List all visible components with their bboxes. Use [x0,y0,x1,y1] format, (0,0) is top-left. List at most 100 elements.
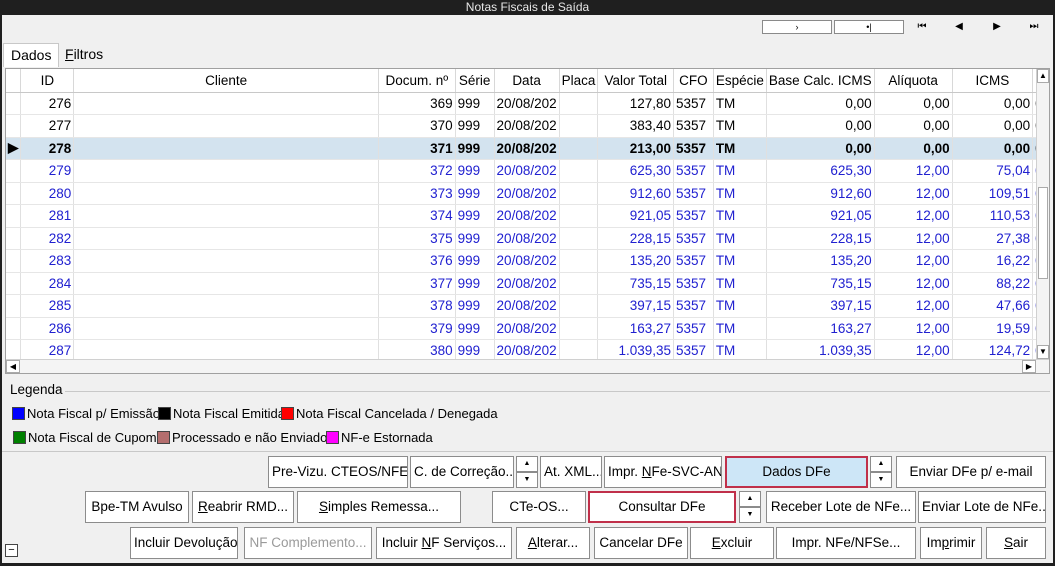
cell-docum[interactable]: 369 [378,92,456,115]
cell-docum[interactable]: 372 [378,159,456,183]
cell-especie[interactable]: TM [713,317,767,340]
cell-aliquota[interactable]: 12,00 [874,159,953,183]
receber-lote-nfe-button[interactable]: Receber Lote de NFe... [766,491,916,523]
cell-data[interactable]: 20/08/202 [494,227,560,250]
cell-valor-total[interactable]: 735,15 [597,272,675,295]
cancelar-dfe-button[interactable]: Cancelar DFe [594,527,688,559]
cell-serie[interactable]: 999 [455,114,495,138]
cell-docum[interactable]: 373 [378,182,456,205]
cell-cliente[interactable] [73,227,380,250]
cell-cliente[interactable] [73,272,380,295]
tab-dados[interactable]: Dados [3,43,60,67]
cell-icms[interactable]: 75,04 [952,159,1034,183]
cell-cfo[interactable]: 5357 [673,159,714,183]
cell-especie[interactable]: TM [713,114,767,138]
column-header-docum[interactable]: Docum. nº [378,69,456,93]
cell-id[interactable]: 277 [20,114,75,138]
cell-placa[interactable] [559,317,599,340]
spin-down-icon[interactable]: ▼ [516,472,538,488]
cell-placa[interactable] [559,159,599,183]
table-row[interactable]: 279 372 999 20/08/202 625,30 5357 TM 625,30 12,0… [6,159,1049,183]
spin-down-icon[interactable]: ▼ [739,507,761,523]
cell-base-calc-icms[interactable]: 912,60 [766,182,875,205]
cell-cliente[interactable] [73,159,380,183]
column-header-placa[interactable]: Placa [559,69,599,93]
cell-especie[interactable]: TM [713,92,767,115]
cell-cfo[interactable]: 5357 [673,227,714,250]
cell-docum[interactable]: 375 [378,227,456,250]
cell-cfo[interactable]: 5357 [673,137,714,160]
simples-remessa-button[interactable]: Simples Remessa... [297,491,461,523]
table-row[interactable]: 276 369 999 20/08/202 127,80 5357 TM 0,00 0,00 0,… [6,92,1049,115]
table-row[interactable]: 282 375 999 20/08/202 228,15 5357 TM 228,15 12,0… [6,227,1049,250]
column-header-cfo[interactable]: CFO [673,69,714,93]
cell-serie[interactable]: 999 [455,294,495,318]
column-header-cliente[interactable]: Cliente [73,69,380,93]
cell-aliquota[interactable]: 12,00 [874,294,953,318]
imprimir-button[interactable]: Imprimir [920,527,982,559]
dados-dfe-spinner[interactable]: ▲ ▼ [870,456,892,488]
cell-aliquota[interactable]: 12,00 [874,204,953,228]
cell-cfo[interactable]: 5357 [673,182,714,205]
cell-aliquota[interactable]: 12,00 [874,249,953,273]
scroll-down-icon[interactable]: ▼ [1037,345,1049,359]
collapse-panel-icon[interactable]: − [5,544,18,557]
cell-docum[interactable]: 370 [378,114,456,138]
cell-base-calc-icms[interactable]: 0,00 [766,137,875,160]
cell-data[interactable]: 20/08/202 [494,249,560,273]
cell-data[interactable]: 20/08/202 [494,272,560,295]
column-header-data[interactable]: Data [494,69,560,93]
cell-especie[interactable]: TM [713,159,767,183]
cell-cfo[interactable]: 5357 [673,272,714,295]
cell-especie[interactable]: TM [713,272,767,295]
cell-data[interactable]: 20/08/202 [494,114,560,138]
cell-base-calc-icms[interactable]: 397,15 [766,294,875,318]
cell-base-calc-icms[interactable]: 228,15 [766,227,875,250]
vertical-scrollbar[interactable]: ▲ ▼ [1036,69,1049,359]
cell-data[interactable]: 20/08/202 [494,294,560,318]
cell-base-calc-icms[interactable]: 735,15 [766,272,875,295]
column-header-especie[interactable]: Espécie [713,69,767,93]
enviar-lote-nfe-button[interactable]: Enviar Lote de NFe... [918,491,1046,523]
spin-up-icon[interactable]: ▲ [516,456,538,472]
cell-base-calc-icms[interactable]: 135,20 [766,249,875,273]
cell-cliente[interactable] [73,204,380,228]
cell-docum[interactable]: 378 [378,294,456,318]
spin-up-icon[interactable]: ▲ [739,491,761,507]
impr-nfe-nfse-button[interactable]: Impr. NFe/NFSe... [776,527,916,559]
cell-aliquota[interactable]: 0,00 [874,114,953,138]
cell-valor-total[interactable]: 135,20 [597,249,675,273]
cell-base-calc-icms[interactable]: 0,00 [766,114,875,138]
cell-placa[interactable] [559,204,599,228]
cell-valor-total[interactable]: 625,30 [597,159,675,183]
cell-valor-total[interactable]: 912,60 [597,182,675,205]
cell-id[interactable]: 282 [20,227,75,250]
dados-dfe-button[interactable]: Dados DFe [725,456,868,488]
cell-cfo[interactable]: 5357 [673,92,714,115]
cell-icms[interactable]: 27,38 [952,227,1034,250]
cell-id[interactable]: 279 [20,159,75,183]
cell-id[interactable]: 276 [20,92,75,115]
cell-valor-total[interactable]: 383,40 [597,114,675,138]
cell-placa[interactable] [559,137,599,160]
incluir-nf-servicos-button[interactable]: Incluir NF Serviços... [376,527,512,559]
cell-cfo[interactable]: 5357 [673,114,714,138]
incluir-devolucao-button[interactable]: Incluir Devolução [130,527,238,559]
pre-vizu-cteos-nfe-button[interactable]: Pre-Vizu. CTEOS/NFE [268,456,408,488]
cell-especie[interactable]: TM [713,227,767,250]
cell-placa[interactable] [559,249,599,273]
excluir-button[interactable]: Excluir [690,527,774,559]
cell-data[interactable]: 20/08/202 [494,317,560,340]
cell-data[interactable]: 20/08/202 [494,182,560,205]
scroll-up-icon[interactable]: ▲ [1037,69,1049,83]
cell-placa[interactable] [559,227,599,250]
cell-aliquota[interactable]: 12,00 [874,182,953,205]
cell-icms[interactable]: 0,00 [952,92,1034,115]
cell-id[interactable]: 283 [20,249,75,273]
bpe-tm-avulso-button[interactable]: Bpe-TM Avulso [85,491,189,523]
spin-down-icon[interactable]: ▼ [870,472,892,488]
nav-prev-button[interactable]: ◀ [944,19,974,35]
at-xml-button[interactable]: At. XML... [540,456,602,488]
cte-os-button[interactable]: CTe-OS... [492,491,586,523]
cell-cliente[interactable] [73,294,380,318]
